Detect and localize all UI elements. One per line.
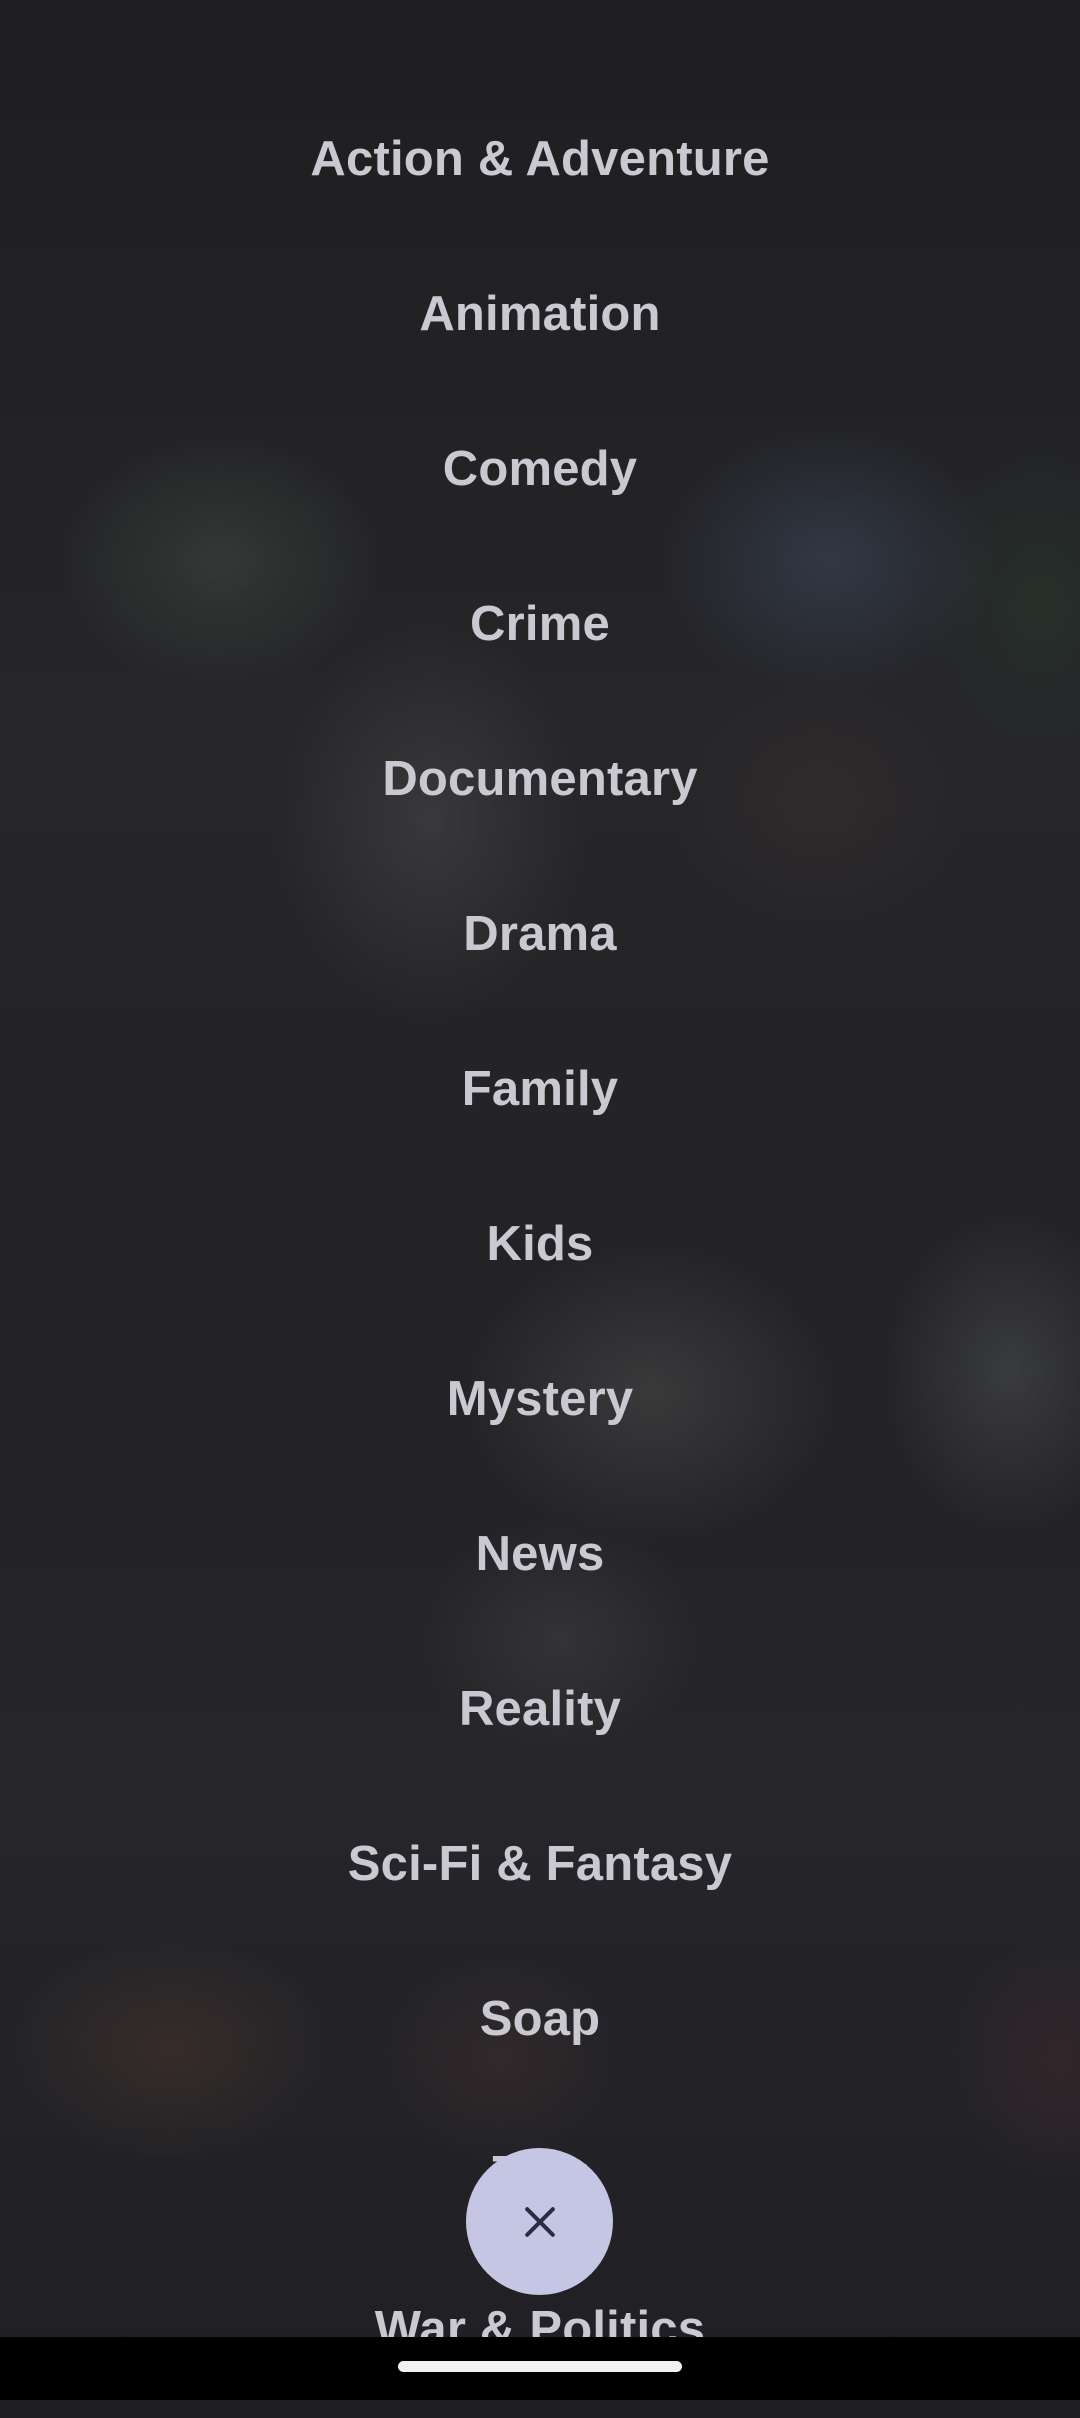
genre-item-crime[interactable]: Crime xyxy=(0,558,1080,713)
genre-item-reality[interactable]: Reality xyxy=(0,1643,1080,1798)
system-navigation-bar xyxy=(0,2337,1080,2400)
home-indicator[interactable] xyxy=(398,2361,682,2372)
genre-list: Action & Adventure Animation Comedy Crim… xyxy=(0,93,1080,2418)
close-icon xyxy=(524,2206,555,2237)
genre-item-kids[interactable]: Kids xyxy=(0,1178,1080,1333)
close-button[interactable] xyxy=(466,2148,613,2295)
genre-item-sci-fi-fantasy[interactable]: Sci-Fi & Fantasy xyxy=(0,1798,1080,1953)
genre-item-family[interactable]: Family xyxy=(0,1023,1080,1178)
genre-item-drama[interactable]: Drama xyxy=(0,868,1080,1023)
genre-item-animation[interactable]: Animation xyxy=(0,248,1080,403)
genre-item-soap[interactable]: Soap xyxy=(0,1953,1080,2108)
genre-item-comedy[interactable]: Comedy xyxy=(0,403,1080,558)
genre-item-documentary[interactable]: Documentary xyxy=(0,713,1080,868)
genre-item-action-adventure[interactable]: Action & Adventure xyxy=(0,93,1080,248)
genre-item-news[interactable]: News xyxy=(0,1488,1080,1643)
genre-item-mystery[interactable]: Mystery xyxy=(0,1333,1080,1488)
